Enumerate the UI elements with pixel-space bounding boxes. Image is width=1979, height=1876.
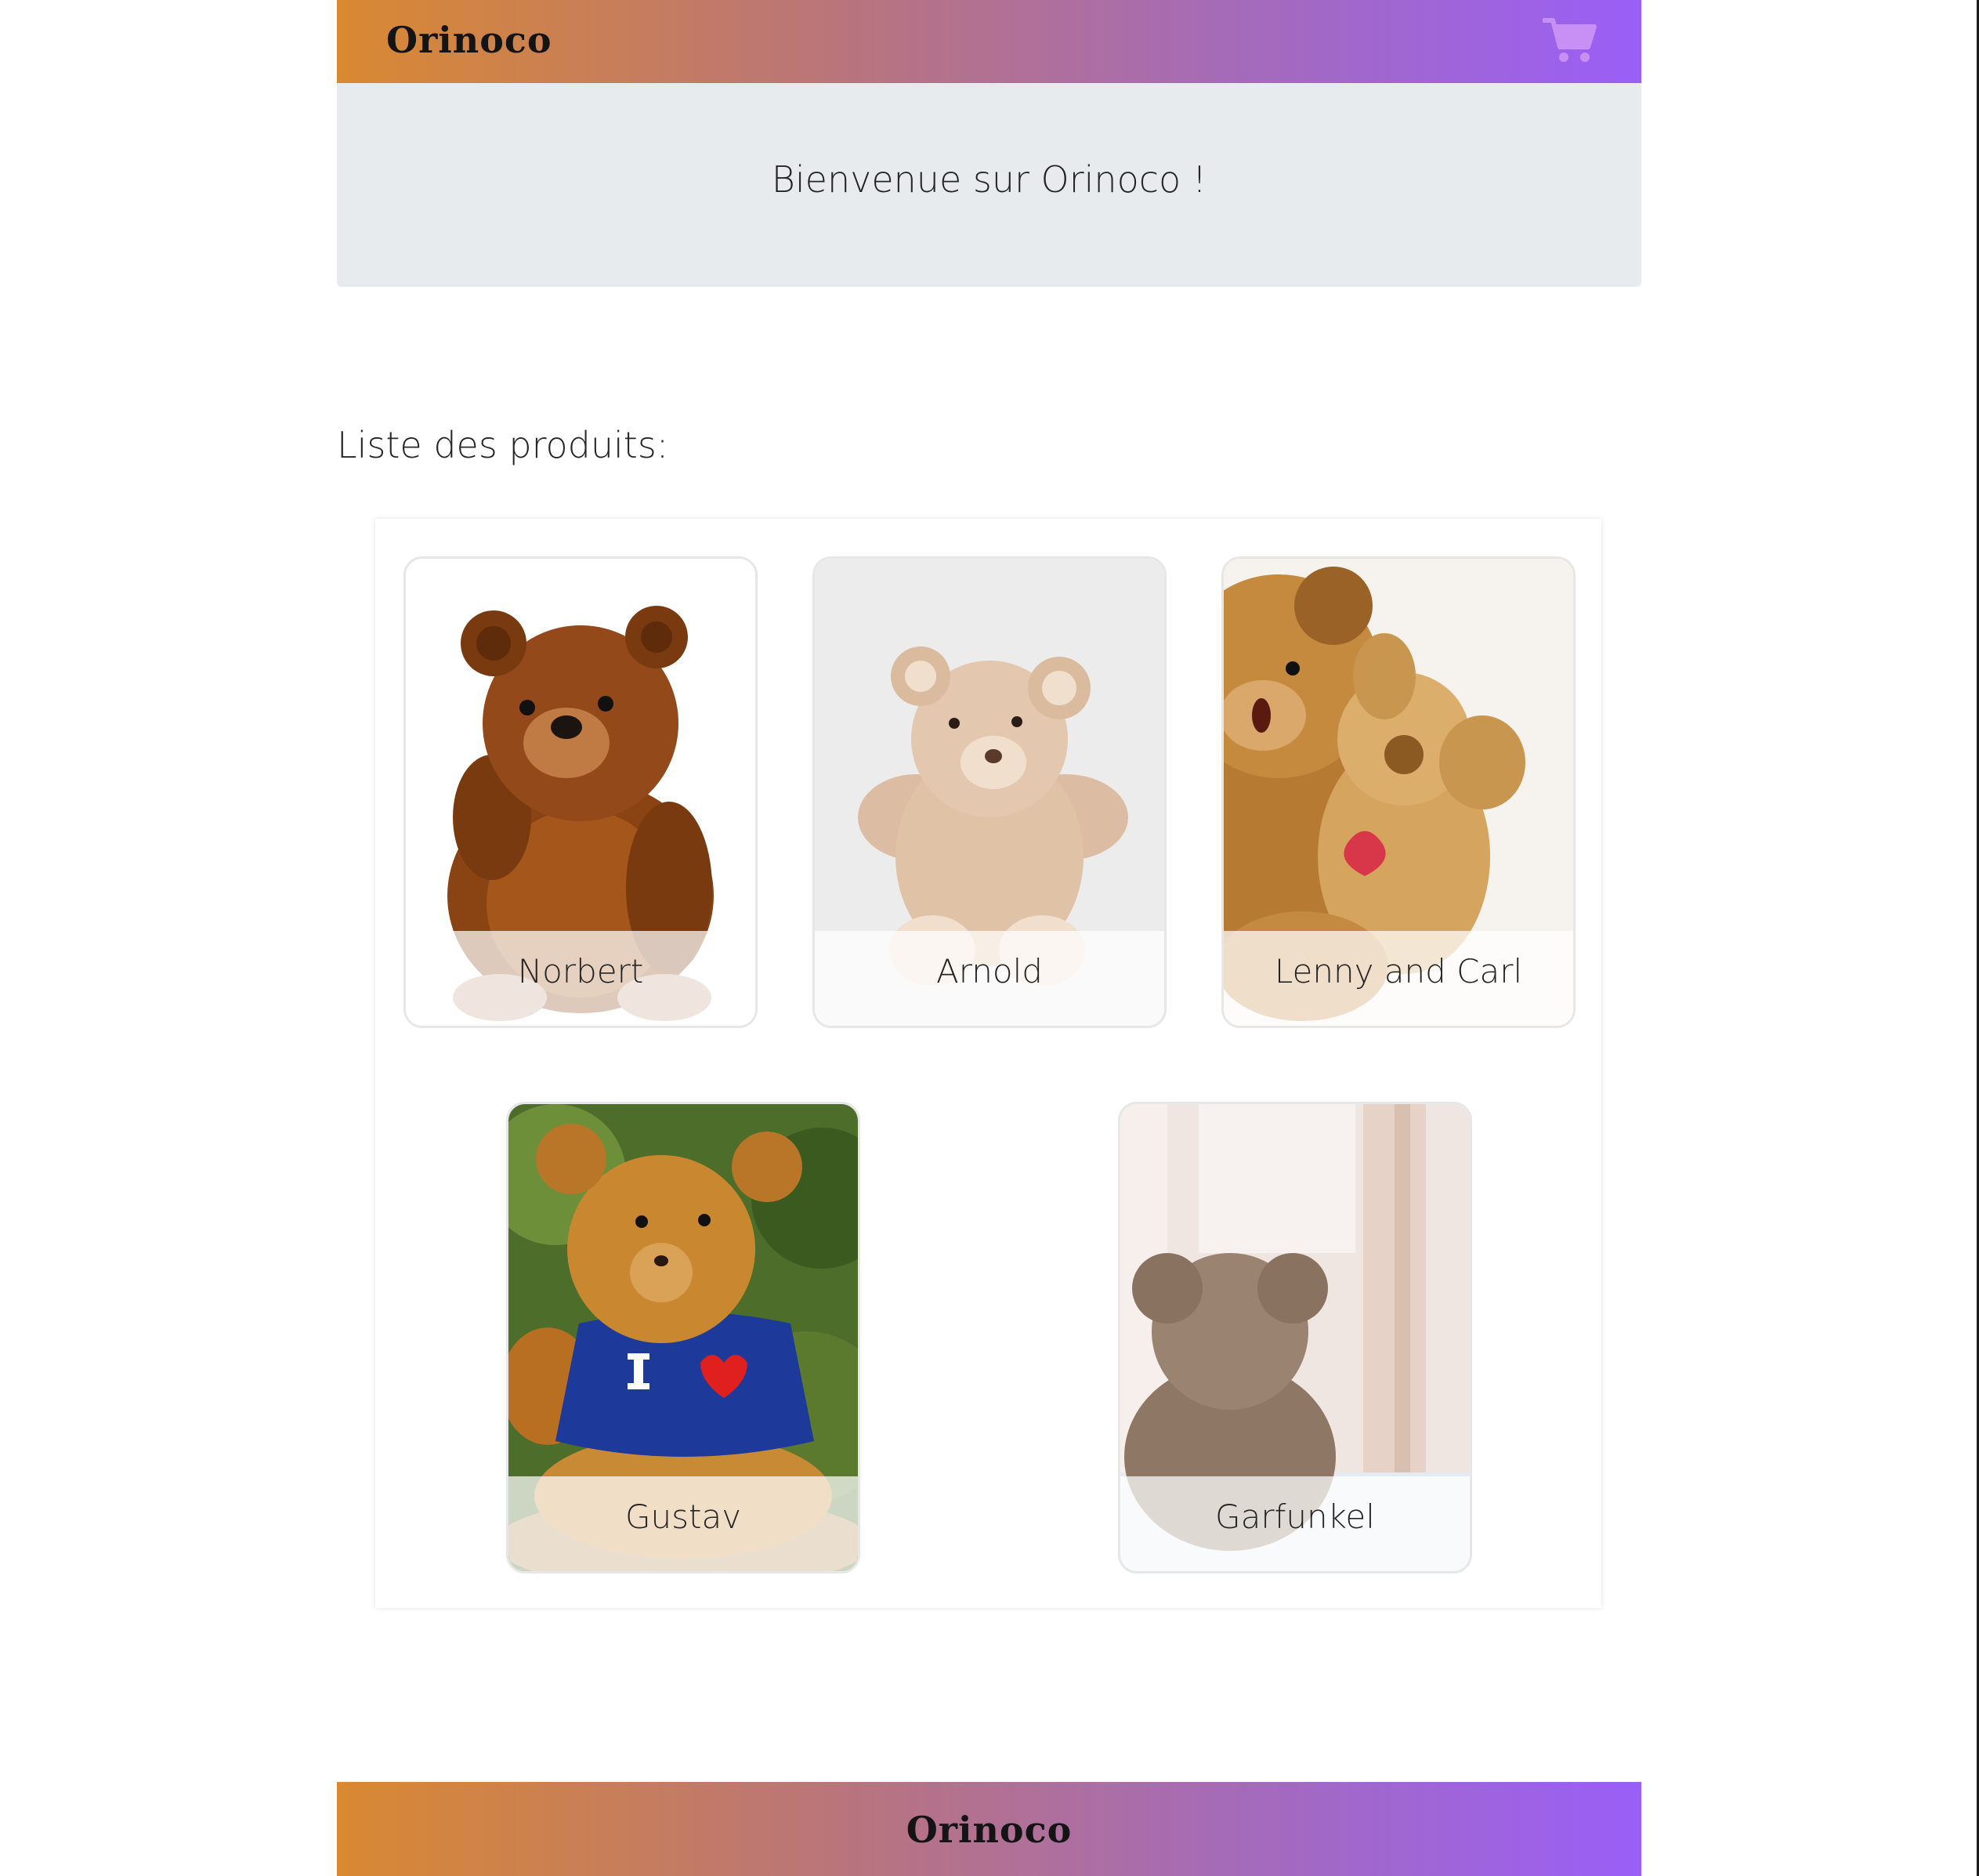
product-name[interactable]: Norbert: [406, 952, 755, 991]
product-list: Norbert Arnold Lenny and Carl Gustav Gar…: [375, 519, 1601, 1608]
shopping-cart-icon[interactable]: [1542, 16, 1597, 64]
top-navbar: Orinoco: [337, 0, 1641, 83]
product-name[interactable]: Arnold: [815, 952, 1164, 991]
product-card[interactable]: Gustav: [506, 1102, 860, 1574]
product-card[interactable]: Arnold: [812, 556, 1167, 1028]
product-card[interactable]: Norbert: [403, 556, 758, 1028]
product-card[interactable]: Lenny and Carl: [1221, 556, 1576, 1028]
welcome-banner: Bienvenue sur Orinoco !: [337, 83, 1641, 287]
brand-logo[interactable]: Orinoco: [386, 19, 552, 61]
welcome-text: Bienvenue sur Orinoco !: [771, 158, 1207, 201]
footer-brand: Orinoco: [906, 1809, 1073, 1851]
footer: Orinoco: [337, 1782, 1641, 1876]
product-name[interactable]: Lenny and Carl: [1224, 952, 1573, 991]
product-name[interactable]: Gustav: [508, 1498, 858, 1536]
products-heading: Liste des produits:: [337, 424, 669, 466]
product-name[interactable]: Garfunkel: [1120, 1498, 1470, 1536]
product-card[interactable]: Garfunkel: [1118, 1102, 1472, 1574]
